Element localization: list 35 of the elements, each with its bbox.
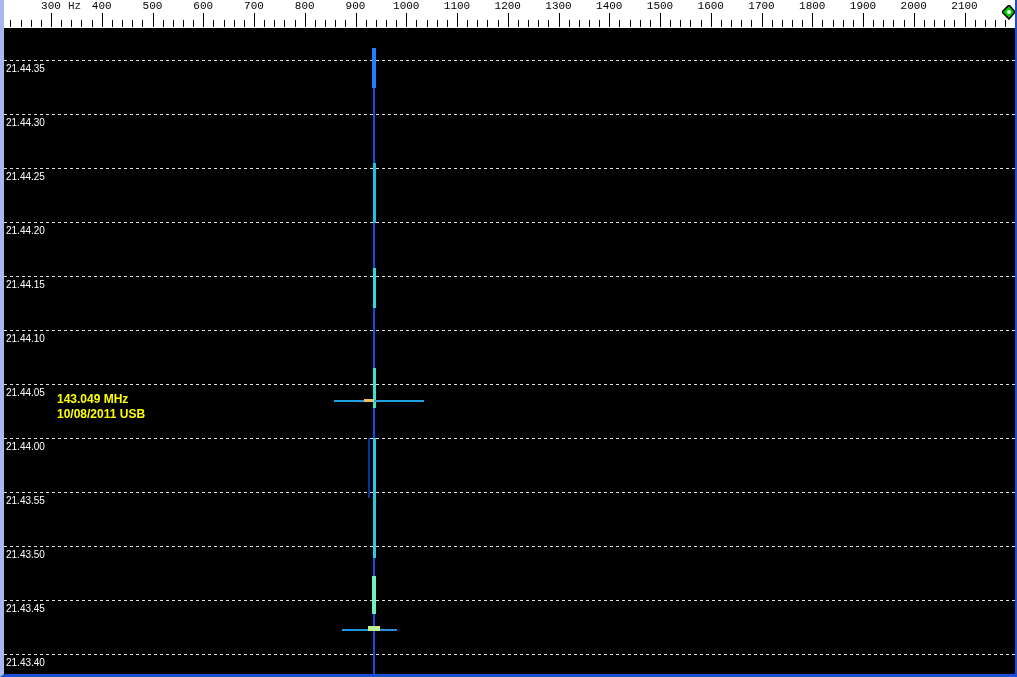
time-label: 21.43.45 (6, 603, 45, 615)
annotation-text: 10/08/2011 USB (57, 406, 146, 422)
frequency-label: 2100 (951, 0, 978, 13)
frequency-label: 1300 (545, 0, 572, 13)
marker-icon[interactable] (1002, 5, 1015, 20)
unit-label: Hz (68, 0, 82, 13)
time-label: 21.43.50 (6, 549, 45, 561)
time-label: 21.44.30 (6, 117, 45, 129)
frequency-label: 600 (193, 0, 214, 13)
frequency-label: 1800 (799, 0, 826, 13)
frequency-label: 1600 (697, 0, 724, 13)
frequency-label: 400 (91, 0, 112, 13)
frequency-label: 1400 (596, 0, 623, 13)
frequency-label: 900 (345, 0, 366, 13)
frequency-label: 500 (142, 0, 163, 13)
time-label: 21.44.05 (6, 387, 45, 399)
frequency-label: 1900 (849, 0, 877, 13)
time-label: 21.43.55 (6, 495, 45, 507)
frequency-label: 700 (244, 0, 264, 13)
time-label: 21.44.10 (6, 333, 45, 345)
time-label: 21.44.15 (6, 279, 45, 291)
frequency-label: 800 (294, 0, 315, 13)
frequency-label: 1200 (494, 0, 521, 13)
time-label: 21.44.20 (6, 225, 45, 237)
frequency-label: 1100 (443, 0, 471, 13)
frequency-label: 1700 (748, 0, 775, 13)
time-label: 21.43.40 (6, 657, 45, 669)
frequency-label: 300 (41, 0, 61, 13)
time-label: 21.44.25 (6, 171, 45, 183)
frequency-label: 1000 (393, 0, 420, 13)
frequency-label: 2000 (900, 0, 927, 13)
time-label: 21.44.00 (6, 441, 45, 453)
annotation-text: 143.049 MHz (57, 391, 129, 407)
time-label: 21.44.35 (6, 63, 45, 75)
frequency-label: 1500 (646, 0, 674, 13)
